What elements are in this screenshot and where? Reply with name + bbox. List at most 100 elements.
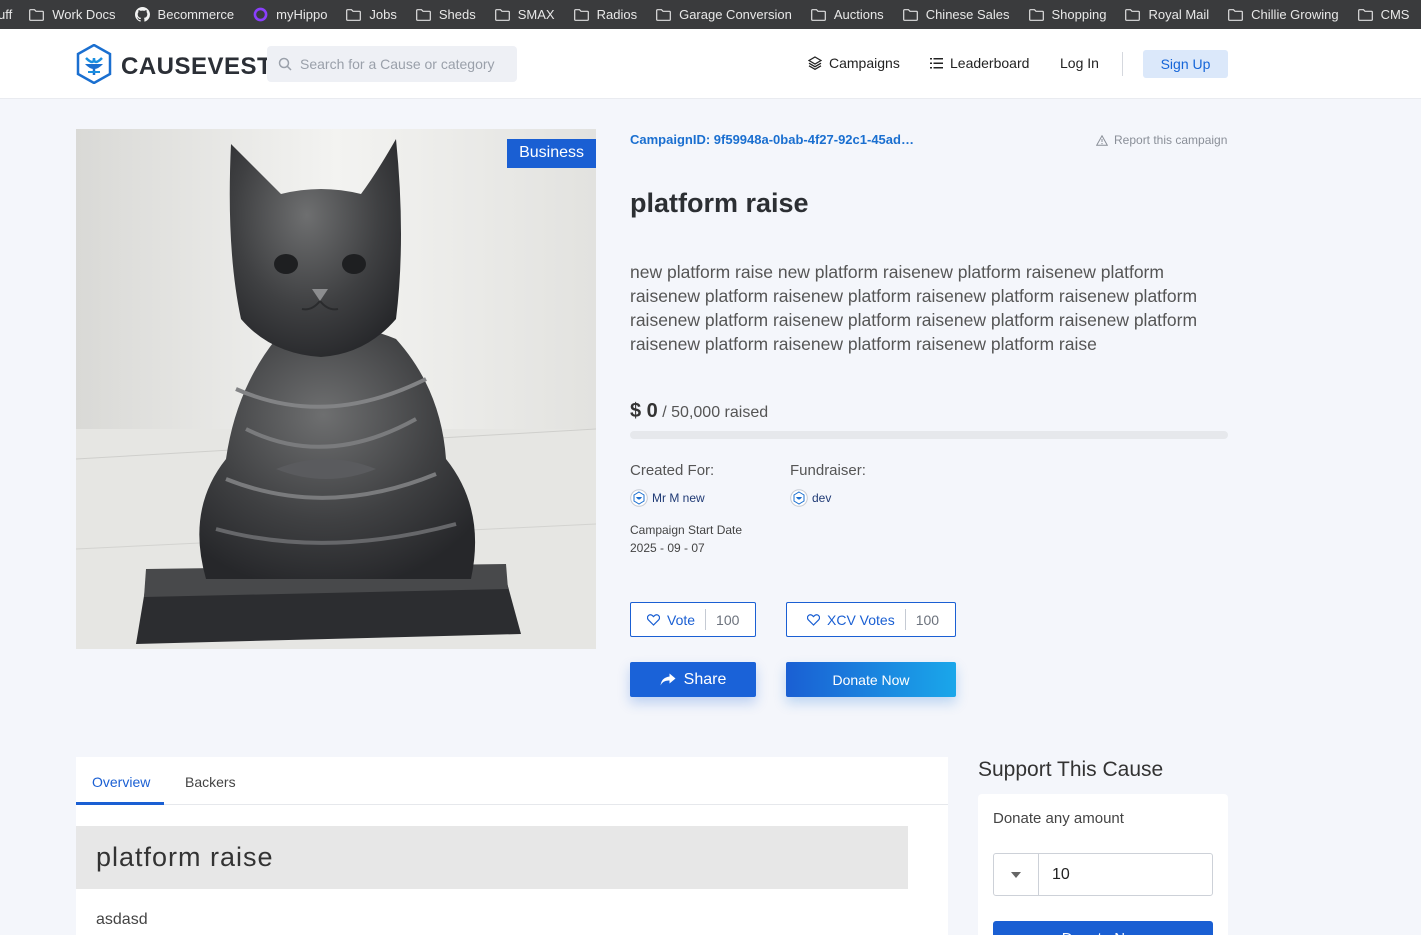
heart-icon: [647, 613, 660, 626]
bookmark-item[interactable]: myHippo: [253, 7, 327, 22]
xcv-vote-label: XCV Votes: [827, 611, 895, 628]
created-for-name: Mr M new: [652, 491, 705, 505]
bookmark-item[interactable]: uff: [0, 7, 12, 22]
raised-summary: $ 0 / 50,000 raised: [630, 400, 768, 423]
overview-title-box: platform raise: [76, 826, 908, 889]
share-arrow-icon: [660, 673, 676, 686]
fundraiser-label: Fundraiser:: [790, 462, 866, 479]
logo-text: CAUSEVEST: [121, 52, 273, 80]
layers-icon: [808, 56, 822, 70]
bookmark-item[interactable]: Chinese Sales: [902, 7, 1010, 22]
search-box[interactable]: [267, 46, 517, 82]
bookmark-item[interactable]: Work Docs: [29, 7, 116, 22]
bookmark-item[interactable]: Sheds: [415, 7, 476, 22]
fundraiser-user[interactable]: dev: [790, 489, 831, 507]
campaign-description: new platform raise new platform raisenew…: [630, 262, 1198, 354]
nav-leaderboard[interactable]: Leaderboard: [930, 55, 1029, 71]
bookmark-label: Work Docs: [52, 7, 116, 22]
folder-icon: [810, 8, 826, 21]
raised-goal: / 50,000 raised: [662, 404, 769, 421]
nav-campaigns-label: Campaigns: [829, 55, 900, 71]
nav-campaigns[interactable]: Campaigns: [808, 55, 900, 71]
share-label: Share: [683, 670, 727, 688]
bookmark-label: Becommerce: [157, 7, 235, 22]
bookmark-label: Chinese Sales: [925, 7, 1010, 22]
xcv-vote-count: 100: [915, 611, 940, 628]
bookmarks-bar: uff Work Docs Becommerce myHippo Jobs Sheds SM…: [0, 0, 1421, 29]
bookmark-item[interactable]: Garage Conversion: [656, 7, 792, 22]
bookmark-label: Shopping: [1051, 7, 1107, 22]
vote-label: Vote: [667, 611, 696, 628]
campaign-title: platform raise: [630, 188, 809, 218]
nav-login[interactable]: Log In: [1060, 55, 1099, 71]
site-header: CAUSEVEST Campaigns Leaderboard Log In S…: [0, 29, 1421, 99]
bookmark-item[interactable]: Auctions: [810, 7, 884, 22]
github-icon: [134, 7, 150, 22]
support-card: Donate any amount Donate Now: [978, 794, 1228, 935]
bookmark-label: uff: [0, 7, 13, 22]
bookmark-label: myHippo: [276, 7, 328, 22]
bookmark-label: CMS: [1380, 7, 1410, 22]
vote-count: 100: [716, 611, 740, 628]
bookmark-item[interactable]: Jobs: [346, 7, 397, 22]
amount-field: [993, 853, 1213, 896]
support-heading: Support This Cause: [978, 758, 1164, 781]
created-for-user[interactable]: Mr M new: [630, 489, 705, 507]
start-date-label: Campaign Start Date: [630, 523, 743, 537]
nav-login-label: Log In: [1060, 55, 1099, 71]
category-badge: Business: [507, 139, 596, 168]
amount-input[interactable]: [1039, 854, 1209, 895]
created-for-label: Created For:: [630, 462, 715, 479]
folder-icon: [346, 8, 362, 21]
list-icon: [930, 57, 943, 69]
overview-title: platform raise: [96, 842, 274, 872]
tab-overview[interactable]: Overview: [92, 774, 150, 790]
bookmark-label: SMAX: [517, 7, 555, 22]
currency-dropdown[interactable]: [994, 854, 1039, 895]
tab-bar: Overview Backers: [76, 757, 948, 805]
logo[interactable]: CAUSEVEST: [76, 43, 273, 89]
details-panel: Overview Backers platform raise asdasd: [76, 757, 948, 935]
donate-any-label: Donate any amount: [993, 810, 1124, 827]
report-label: Report this campaign: [1114, 133, 1228, 147]
folder-icon: [415, 8, 431, 21]
campaign-image: Business: [76, 129, 596, 649]
bookmark-label: Radios: [596, 7, 638, 22]
support-donate-button[interactable]: Donate Now: [993, 921, 1213, 935]
overview-text: asdasd: [96, 911, 148, 928]
bookmark-item[interactable]: Becommerce: [134, 7, 235, 22]
nav-leaderboard-label: Leaderboard: [950, 55, 1030, 71]
bookmark-item[interactable]: SMAX: [494, 7, 555, 22]
signup-button[interactable]: Sign Up: [1143, 50, 1228, 78]
folder-icon: [656, 8, 671, 21]
bookmark-item[interactable]: Shopping: [1028, 7, 1107, 22]
progress-bar: [630, 431, 1228, 439]
bookmark-item[interactable]: Radios: [573, 7, 638, 22]
folder-icon: [1357, 8, 1373, 21]
search-input[interactable]: [300, 56, 500, 72]
causevest-logo-icon: [76, 43, 112, 89]
bookmark-label: Sheds: [438, 7, 476, 22]
folder-icon: [902, 8, 918, 21]
bookmark-label: Chillie Growing: [1251, 7, 1339, 22]
folder-icon: [1125, 8, 1141, 21]
folder-icon: [1228, 8, 1244, 21]
bookmark-item[interactable]: Chillie Growing: [1228, 7, 1339, 22]
bookmark-label: Jobs: [369, 7, 397, 22]
user-avatar-icon: [630, 489, 648, 507]
share-button[interactable]: Share: [630, 662, 756, 697]
report-campaign-link[interactable]: Report this campaign: [1096, 133, 1227, 147]
bookmark-item[interactable]: CMS: [1357, 7, 1410, 22]
active-tab-indicator: [76, 802, 164, 805]
ring-icon: [253, 7, 268, 22]
campaign-id[interactable]: CampaignID: 9f59948a-0bab-4f27-92c1-45ad…: [630, 132, 914, 147]
bookmark-item[interactable]: Royal Mail: [1125, 7, 1209, 22]
vote-button[interactable]: Vote 100: [630, 602, 756, 637]
folder-icon: [494, 8, 510, 21]
search-icon: [278, 57, 292, 71]
donate-now-button[interactable]: Donate Now: [786, 662, 956, 697]
tab-backers[interactable]: Backers: [185, 774, 236, 790]
raised-amount: $ 0: [630, 400, 658, 422]
xcv-vote-button[interactable]: XCV Votes 100: [786, 602, 956, 637]
fundraiser-name: dev: [812, 491, 832, 505]
